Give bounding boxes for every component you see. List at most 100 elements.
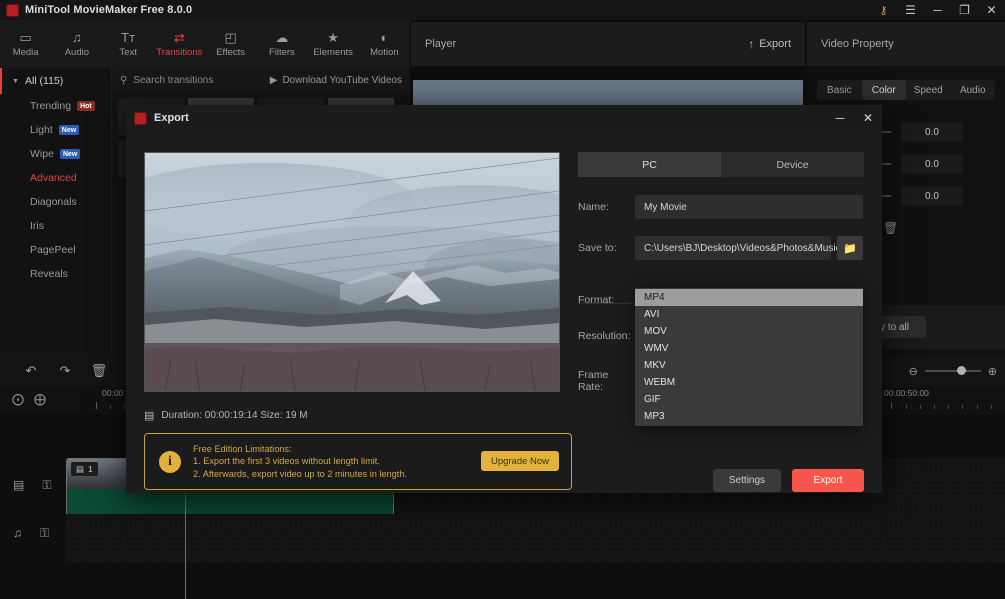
tab-label: Text bbox=[119, 47, 137, 58]
notice-text: Free Edition Limitations: 1. Export the … bbox=[193, 443, 407, 481]
player-export-button[interactable]: ↑ Export bbox=[748, 37, 791, 51]
folder-icon[interactable]: 📁 bbox=[837, 236, 863, 260]
media-icon: ▭ bbox=[19, 29, 32, 45]
format-option-mkv[interactable]: MKV bbox=[635, 357, 863, 374]
export-dialog-window-controls: ─ ✕ bbox=[826, 105, 882, 131]
save-to-row: Save to: C:\Users\BJ\Desktop\Videos&Phot… bbox=[578, 236, 863, 260]
target-tab-device[interactable]: Device bbox=[721, 152, 864, 177]
maximize-icon[interactable]: ❐ bbox=[951, 0, 978, 20]
export-preview bbox=[144, 152, 560, 392]
new-badge: New bbox=[59, 149, 81, 159]
tab-media[interactable]: ▭ Media bbox=[0, 20, 51, 68]
duration-text: Duration: 00:00:19:14 Size: 19 M bbox=[161, 410, 308, 421]
tab-audio[interactable]: Audio bbox=[951, 80, 996, 100]
upload-icon: ↑ bbox=[748, 37, 755, 51]
save-to-label: Save to: bbox=[578, 242, 617, 254]
video-property-title: Video Property bbox=[807, 22, 1005, 66]
target-tab-pc[interactable]: PC bbox=[578, 152, 721, 177]
export-dialog-minimize-icon[interactable]: ─ bbox=[826, 105, 854, 131]
download-youtube-button[interactable]: ▶ Download YouTube Videos bbox=[270, 75, 402, 86]
tab-text[interactable]: Tᴛ Text bbox=[103, 20, 154, 68]
format-option-gif[interactable]: GIF bbox=[635, 391, 863, 408]
sidebar-item-label: Iris bbox=[30, 220, 44, 232]
download-youtube-label: Download YouTube Videos bbox=[282, 74, 402, 86]
sidebar-item-all[interactable]: ▼ All (115) bbox=[0, 68, 111, 94]
ruler-tick bbox=[948, 405, 950, 409]
add-media-icon[interactable]: ⨀ bbox=[12, 392, 24, 406]
ruler-tick bbox=[976, 405, 978, 409]
remove-media-icon[interactable]: ⨁ bbox=[34, 392, 46, 406]
undo-icon[interactable]: ↶ bbox=[14, 356, 48, 386]
sidebar-item-reveals[interactable]: Reveals bbox=[0, 262, 111, 286]
zoom-slider-knob[interactable] bbox=[956, 366, 966, 375]
search-icon: ⚲ bbox=[120, 74, 128, 86]
slider-3-value[interactable]: 0.0 bbox=[901, 186, 963, 206]
player-export-label: Export bbox=[759, 38, 791, 50]
sidebar-item-diagonals[interactable]: Diagonals bbox=[0, 190, 111, 214]
tab-basic[interactable]: Basic bbox=[817, 80, 862, 100]
audio-lane bbox=[66, 514, 1005, 562]
sidebar-item-advanced[interactable]: Advanced bbox=[0, 166, 111, 190]
tab-filters[interactable]: ☁ Filters bbox=[256, 20, 307, 68]
sidebar-item-pagepeel[interactable]: PagePeel bbox=[0, 238, 111, 262]
zoom-slider[interactable] bbox=[924, 366, 981, 375]
format-option-mov[interactable]: MOV bbox=[635, 323, 863, 340]
lock-icon[interactable]: ⚿ bbox=[40, 526, 49, 541]
zoom-in-icon[interactable]: ⊕ bbox=[988, 365, 997, 378]
sidebar-item-wipe[interactable]: Wipe New bbox=[0, 142, 111, 166]
format-option-webm[interactable]: WEBM bbox=[635, 374, 863, 391]
format-option-mp4[interactable]: MP4 bbox=[635, 289, 863, 306]
search-transitions-input[interactable]: ⚲ Search transitions bbox=[120, 75, 213, 86]
slider-1-value[interactable]: 0.0 bbox=[901, 122, 963, 142]
upgrade-now-button[interactable]: Upgrade Now bbox=[481, 451, 559, 471]
ruler-tick bbox=[96, 402, 97, 409]
export-dialog-body: ▤ Duration: 00:00:19:14 Size: 19 M i Fre… bbox=[126, 131, 882, 493]
redo-icon[interactable]: ↷ bbox=[48, 356, 82, 386]
tab-color[interactable]: Color bbox=[861, 80, 906, 100]
sidebar-item-trending[interactable]: Trending Hot bbox=[0, 94, 111, 118]
name-input[interactable]: My Movie bbox=[635, 195, 863, 219]
framerate-row: Frame Rate: bbox=[578, 369, 635, 393]
ruler-end-time: 00:00:50:00 bbox=[884, 388, 929, 398]
transitions-icon: ⇄ bbox=[173, 29, 185, 45]
save-to-input[interactable]: C:\Users\BJ\Desktop\Videos&Photos&Music\… bbox=[635, 236, 863, 260]
tab-label: Transitions bbox=[156, 47, 203, 58]
ruler-buttons: ⨀ ⨁ bbox=[12, 392, 46, 406]
tab-speed[interactable]: Speed bbox=[906, 80, 951, 100]
preview-image bbox=[145, 153, 559, 391]
slider-2-value[interactable]: 0.0 bbox=[901, 154, 963, 174]
key-icon[interactable]: ⚷ bbox=[870, 0, 897, 20]
tab-audio[interactable]: ♫ Audio bbox=[51, 20, 102, 68]
info-icon: i bbox=[159, 450, 181, 473]
audio-icon: ♫ bbox=[72, 29, 82, 45]
tab-elements[interactable]: ★ Elements bbox=[308, 20, 359, 68]
format-option-avi[interactable]: AVI bbox=[635, 306, 863, 323]
zoom-out-icon[interactable]: ⊖ bbox=[909, 365, 918, 378]
ruler-tick bbox=[962, 405, 964, 409]
export-dialog-title: Export bbox=[154, 112, 189, 124]
notice-line-1: 1. Export the first 3 videos without len… bbox=[193, 456, 380, 467]
tab-effects[interactable]: ◰ Effects bbox=[205, 20, 256, 68]
tab-motion[interactable]: ◐ Motion bbox=[359, 20, 410, 68]
tab-transitions[interactable]: ⇄ Transitions bbox=[154, 20, 205, 68]
sidebar-item-light[interactable]: Light New bbox=[0, 118, 111, 142]
minimize-icon[interactable]: ─ bbox=[924, 0, 951, 20]
player-header: Player ↑ Export bbox=[411, 22, 805, 66]
framerate-label: Frame Rate: bbox=[578, 369, 609, 393]
sidebar-item-iris[interactable]: Iris bbox=[0, 214, 111, 238]
trash-icon[interactable]: 🗑 bbox=[883, 221, 898, 235]
format-option-wmv[interactable]: WMV bbox=[635, 340, 863, 357]
settings-button[interactable]: Settings bbox=[713, 469, 781, 492]
sidebar-item-label: PagePeel bbox=[30, 244, 76, 256]
format-option-mp3[interactable]: MP3 bbox=[635, 408, 863, 425]
export-dialog-close-icon[interactable]: ✕ bbox=[854, 105, 882, 131]
close-icon[interactable]: ✕ bbox=[978, 0, 1005, 20]
lock-icon[interactable]: ⚿ bbox=[42, 478, 51, 493]
export-button[interactable]: Export bbox=[792, 469, 864, 492]
ruler-tick bbox=[933, 405, 935, 409]
delete-icon[interactable]: 🗑 bbox=[82, 356, 116, 386]
menu-icon[interactable]: ☰ bbox=[897, 0, 924, 20]
sidebar-item-label: Reveals bbox=[30, 268, 68, 280]
effects-icon: ◰ bbox=[224, 29, 237, 45]
app-title: MiniTool MovieMaker Free 8.0.0 bbox=[25, 4, 193, 16]
